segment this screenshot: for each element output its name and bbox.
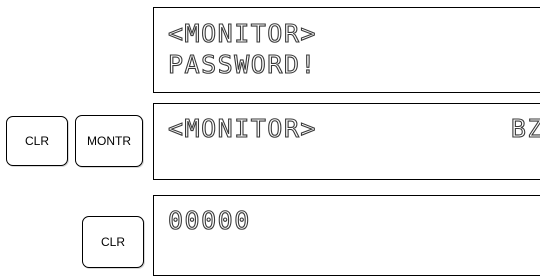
lcd-line-2: PASSWORD! [167, 50, 317, 79]
lcd-line-1: <MONITOR> [167, 114, 317, 143]
lcd-line-right: BZ [510, 114, 540, 143]
clr-key-label: CLR [24, 134, 49, 148]
lcd-display-value: 00000 [153, 195, 540, 276]
lcd-display-monitor-bz: <MONITOR> BZ [153, 103, 540, 180]
montr-key[interactable]: MONTR [75, 115, 143, 167]
clr-key[interactable]: CLR [82, 216, 144, 268]
lcd-line-1: <MONITOR> [167, 19, 317, 48]
montr-key-label: MONTR [87, 134, 131, 148]
clr-key[interactable]: CLR [6, 116, 68, 166]
lcd-display-monitor-password: <MONITOR> PASSWORD! [153, 7, 540, 93]
lcd-line-1: 00000 [167, 206, 251, 235]
clr-key-label: CLR [100, 235, 125, 249]
